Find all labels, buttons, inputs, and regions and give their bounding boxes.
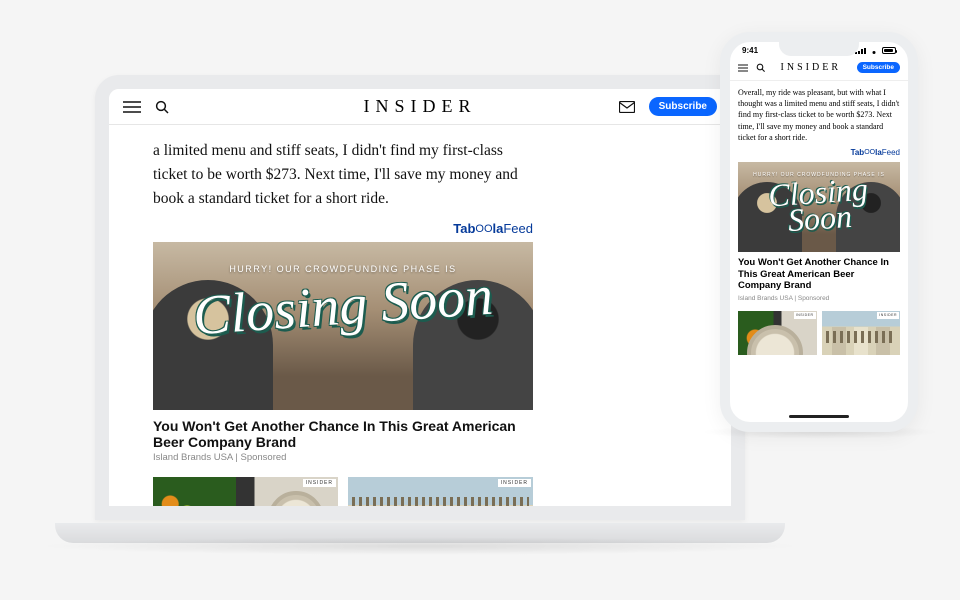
laptop-shadow (35, 537, 805, 555)
ad-script-text: Closing Soon (738, 174, 900, 236)
sponsored-card[interactable]: HURRY! OUR CROWDFUNDING PHASE IS Closing… (153, 242, 533, 463)
site-header: INSIDER Subscribe (730, 55, 908, 81)
recommendation-thumb[interactable]: INSIDER (153, 477, 338, 506)
thumb-brand-corner: INSIDER (303, 479, 336, 487)
wifi-icon (869, 47, 879, 54)
thumb-brand-corner: INSIDER (498, 479, 531, 487)
sponsored-image: HURRY! OUR CROWDFUNDING PHASE IS Closing… (153, 242, 533, 410)
phone-device: 9:41 INSIDER Subscribe Overall, my ride … (720, 32, 918, 432)
site-header: INSIDER Subscribe (109, 89, 731, 125)
sponsored-byline: Island Brands USA | Sponsored (153, 452, 533, 463)
battery-icon (882, 47, 896, 54)
recommendation-row: INSIDER INSIDER (153, 477, 533, 506)
recommendation-thumb[interactable]: INSIDER (822, 311, 901, 355)
thumb-brand-corner: INSIDER (794, 312, 816, 319)
phone-notch (779, 42, 859, 56)
recommendation-row: INSIDER INSIDER (738, 311, 900, 355)
article-body: Overall, my ride was pleasant, but with … (730, 81, 908, 361)
subscribe-button[interactable]: Subscribe (857, 62, 900, 73)
menu-icon[interactable] (738, 64, 748, 72)
mail-icon[interactable] (619, 101, 635, 113)
search-icon[interactable] (155, 100, 169, 114)
brand-logo[interactable]: INSIDER (223, 96, 617, 117)
taboola-feed-label[interactable]: TabOOlaFeed (738, 147, 900, 159)
taboola-feed-label[interactable]: TabOOlaFeed (153, 221, 533, 236)
subscribe-button[interactable]: Subscribe (649, 97, 717, 116)
home-indicator[interactable] (789, 415, 849, 418)
menu-icon[interactable] (123, 101, 141, 113)
brand-logo[interactable]: INSIDER (773, 62, 849, 73)
article-body: a limited menu and stiff seats, I didn't… (109, 125, 731, 506)
sponsored-title: You Won't Get Another Chance In This Gre… (153, 418, 533, 450)
article-paragraph: Overall, my ride was pleasant, but with … (738, 87, 900, 143)
sponsored-card[interactable]: HURRY! OUR CROWDFUNDING PHASE IS Closing… (738, 162, 900, 304)
status-time: 9:41 (742, 46, 758, 55)
article-paragraph: a limited menu and stiff seats, I didn't… (153, 139, 533, 211)
recommendation-thumb[interactable]: INSIDER (348, 477, 533, 506)
search-icon[interactable] (756, 63, 765, 72)
sponsored-title: You Won't Get Another Chance In This Gre… (738, 257, 900, 293)
sponsored-image: HURRY! OUR CROWDFUNDING PHASE IS Closing… (738, 162, 900, 252)
recommendation-thumb[interactable]: INSIDER (738, 311, 817, 355)
laptop-screen: INSIDER Subscribe a limited menu and sti… (95, 75, 745, 520)
sponsored-byline: Island Brands USA | Sponsored (738, 294, 900, 303)
laptop-device: INSIDER Subscribe a limited menu and sti… (95, 75, 745, 525)
thumb-brand-corner: INSIDER (877, 312, 899, 319)
